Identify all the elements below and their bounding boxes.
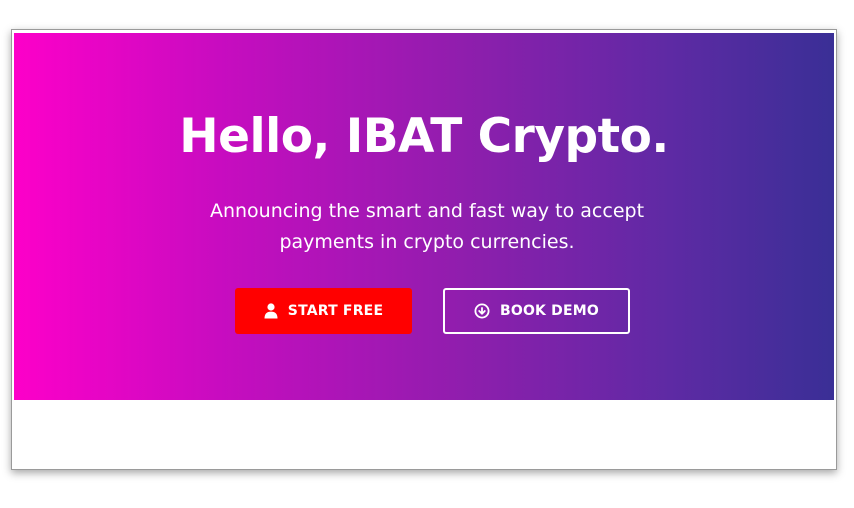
hero-title: Hello, IBAT Crypto. (179, 109, 669, 164)
start-free-label: START FREE (287, 303, 384, 319)
hero-subtitle: Announcing the smart and fast way to acc… (209, 200, 645, 253)
page-frame: Hello, IBAT Crypto. Announcing the smart… (11, 29, 837, 470)
book-demo-label: BOOK DEMO (499, 303, 599, 319)
book-demo-button[interactable]: BOOK DEMO (443, 288, 630, 334)
download-circle-icon (474, 303, 490, 319)
start-free-button[interactable]: START FREE (235, 288, 412, 334)
hero-banner: Hello, IBAT Crypto. Announcing the smart… (14, 33, 834, 400)
user-icon (264, 303, 278, 319)
